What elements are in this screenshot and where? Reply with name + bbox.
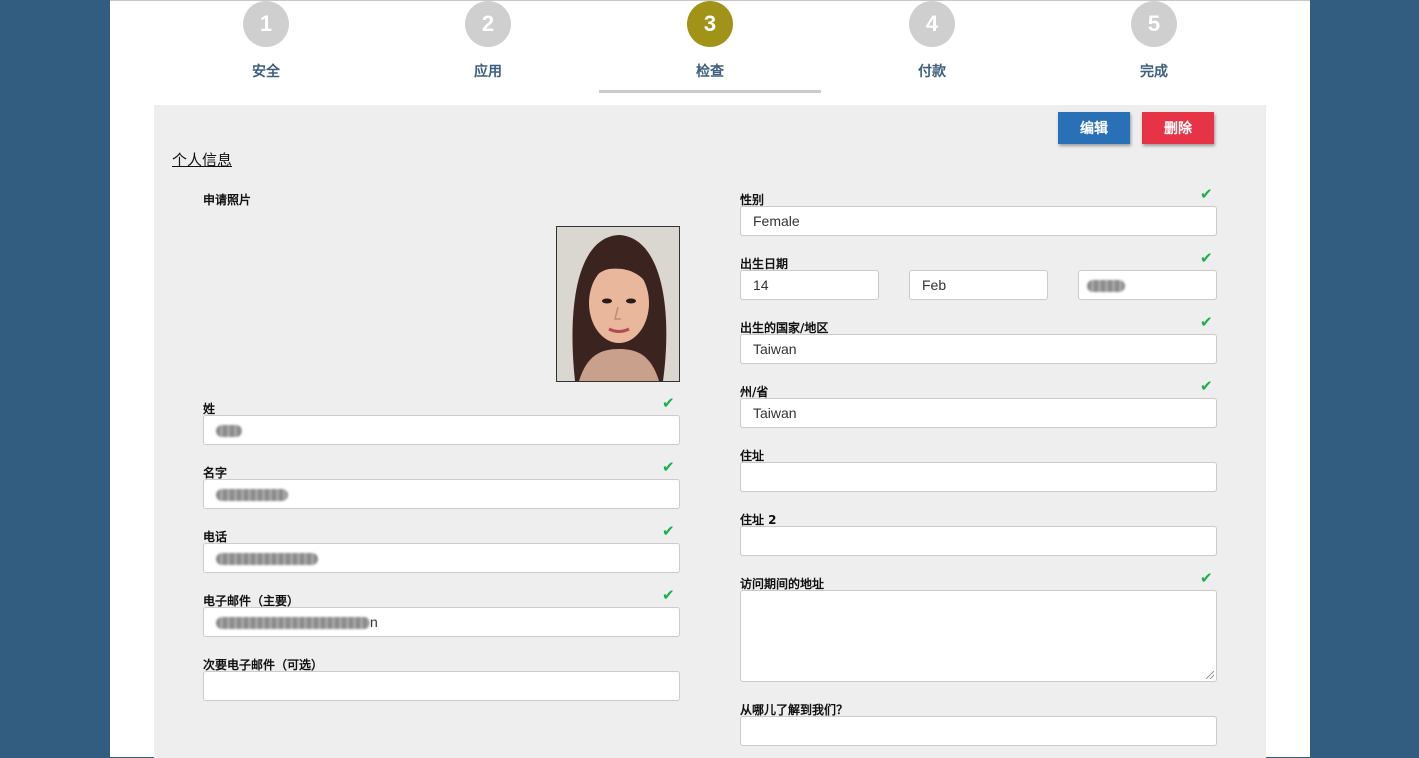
visit-address-textarea[interactable] [740,590,1217,682]
edit-button[interactable]: 编辑 [1058,112,1130,144]
step-number: 1 [243,1,289,47]
birth-country-field[interactable]: Taiwan [740,334,1217,364]
photo-label: 申请照片 [203,193,252,207]
step-label: 付款 [918,64,946,80]
review-panel: 编辑 删除 个人信息 申请照片 姓 ✔ 名字 ✔ 电话 ✔ 电子邮件（主要） ✔… [154,105,1266,758]
step-label: 安全 [252,64,280,80]
step-5[interactable]: 5 完成 [1043,1,1265,81]
check-icon: ✔ [662,394,675,412]
step-number: 3 [687,1,733,47]
check-icon: ✔ [1200,249,1213,267]
state-field[interactable]: Taiwan [740,398,1217,428]
email-secondary-field[interactable] [203,671,680,701]
step-4[interactable]: 4 付款 [821,1,1043,81]
applicant-photo [556,226,680,382]
active-step-underline [599,90,821,93]
check-icon: ✔ [662,586,675,604]
dob-day-field[interactable]: 14 [740,270,879,300]
check-icon: ✔ [1200,569,1213,587]
dob-month-field[interactable]: Feb [909,270,1048,300]
resize-handle[interactable] [1206,671,1214,679]
phone-field[interactable] [203,543,680,573]
step-3[interactable]: 3 检查 [599,1,821,81]
application-page: 1 安全 2 应用 3 检查 4 付款 5 完成 编辑 删除 个人信息 申请照片 [110,0,1310,758]
redacted-text [216,425,242,438]
check-icon: ✔ [662,522,675,540]
step-label: 检查 [696,64,724,80]
delete-button[interactable]: 删除 [1142,112,1214,144]
step-2[interactable]: 2 应用 [377,1,599,81]
step-1[interactable]: 1 安全 [155,1,377,81]
redacted-text [216,553,318,566]
gender-field[interactable]: Female [740,206,1217,236]
redacted-text [216,617,370,630]
address2-field[interactable] [740,526,1217,556]
step-number: 4 [909,1,955,47]
applicant-photo-image [557,227,679,381]
redacted-text [216,489,288,502]
step-number: 2 [465,1,511,47]
step-number: 5 [1131,1,1177,47]
step-label: 完成 [1140,64,1168,80]
last-name-field[interactable] [203,415,680,445]
check-icon: ✔ [1200,185,1213,203]
step-label: 应用 [474,64,502,80]
referral-field[interactable] [740,716,1217,746]
address-field[interactable] [740,462,1217,492]
check-icon: ✔ [1200,377,1213,395]
section-title: 个人信息 [172,151,233,169]
dob-year-field[interactable] [1078,270,1217,300]
check-icon: ✔ [662,458,675,476]
email-tail: n [370,614,378,630]
redacted-text [1087,280,1125,293]
first-name-field[interactable] [203,479,680,509]
check-icon: ✔ [1200,313,1213,331]
email-primary-field[interactable]: n [203,607,680,637]
